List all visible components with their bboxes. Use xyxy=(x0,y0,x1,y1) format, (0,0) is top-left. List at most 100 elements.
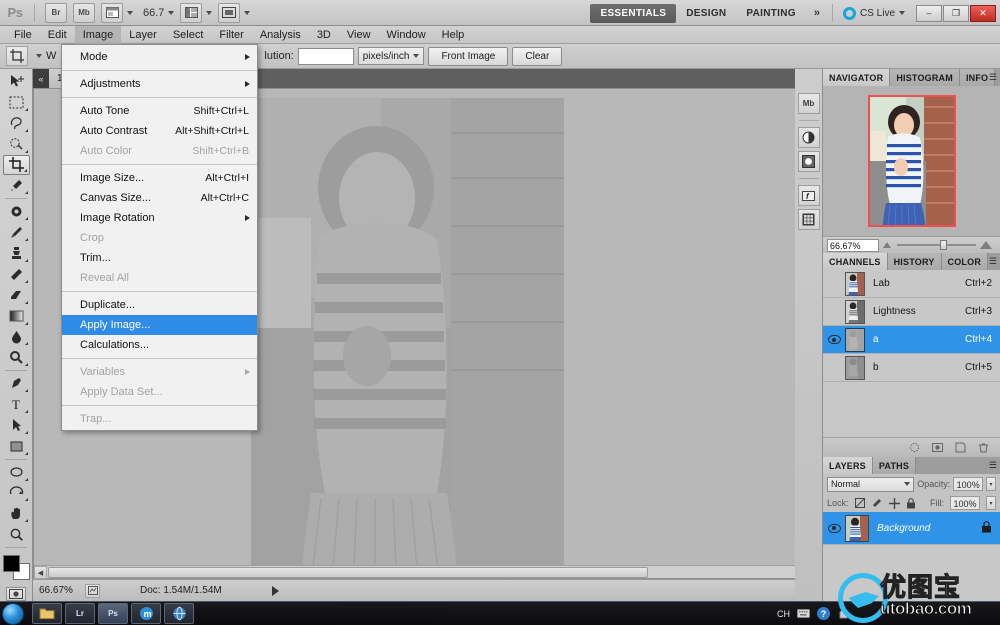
channel-visibility-toggle[interactable] xyxy=(823,298,845,326)
document-canvas-image[interactable] xyxy=(251,98,564,568)
move-tool[interactable] xyxy=(3,71,30,92)
scroll-thumb-horizontal[interactable] xyxy=(48,567,648,578)
more-workspaces-icon[interactable]: » xyxy=(806,7,828,19)
styles-icon[interactable] xyxy=(798,209,820,230)
pen-tool[interactable] xyxy=(3,373,30,394)
menu-item-calculations[interactable]: Calculations... xyxy=(62,335,257,355)
lightroom-taskbar-item[interactable]: Lr xyxy=(65,603,95,624)
blend-mode-select[interactable]: Normal xyxy=(827,477,914,492)
menu-layer[interactable]: Layer xyxy=(121,26,165,44)
help-icon[interactable]: ? xyxy=(817,607,830,620)
channel-row-lightness[interactable]: Lightness Ctrl+3 xyxy=(823,298,1000,326)
menu-item-duplicate[interactable]: Duplicate... xyxy=(62,295,257,315)
quick-selection-tool[interactable] xyxy=(3,134,30,155)
slider-thumb[interactable] xyxy=(940,240,947,250)
menu-view[interactable]: View xyxy=(339,26,379,44)
menu-item-canvas-size[interactable]: Canvas Size... Alt+Ctrl+C xyxy=(62,188,257,208)
launch-bridge-button[interactable]: Br xyxy=(45,3,67,23)
photoshop-taskbar-item[interactable]: Ps xyxy=(98,603,128,624)
delete-channel-icon[interactable] xyxy=(977,441,990,454)
resolution-input[interactable] xyxy=(298,48,354,65)
hand-tool[interactable] xyxy=(3,503,30,524)
opacity-stepper[interactable]: ▾ xyxy=(986,477,996,491)
fill-value[interactable]: 100% xyxy=(950,496,980,510)
menu-item-auto-contrast[interactable]: Auto Contrast Alt+Shift+Ctrl+L xyxy=(62,121,257,141)
menu-file[interactable]: File xyxy=(6,26,40,44)
3d-orbit-tool[interactable] xyxy=(3,483,30,504)
channel-visibility-toggle[interactable] xyxy=(823,354,845,382)
screen-mode-caret-icon[interactable] xyxy=(244,11,250,15)
menu-item-auto-tone[interactable]: Auto Tone Shift+Ctrl+L xyxy=(62,101,257,121)
lock-transparent-pixels-icon[interactable] xyxy=(855,498,866,509)
channel-row-lab[interactable]: Lab Ctrl+2 xyxy=(823,270,1000,298)
menu-item-trim[interactable]: Trim... xyxy=(62,248,257,268)
spot-healing-brush-tool[interactable] xyxy=(3,201,30,222)
canvas-horizontal-scrollbar[interactable]: ◀ ▶ xyxy=(34,565,811,578)
channel-row-b[interactable]: b Ctrl+5 xyxy=(823,354,1000,382)
marquee-tool[interactable] xyxy=(3,92,30,113)
screen-mode-icon[interactable] xyxy=(218,3,240,23)
menu-item-apply-image[interactable]: Apply Image... xyxy=(62,315,257,335)
opacity-value[interactable]: 100% xyxy=(953,477,983,491)
zoom-in-icon[interactable] xyxy=(980,241,992,249)
type-tool[interactable]: T xyxy=(3,394,30,415)
messenger-taskbar-item[interactable]: m xyxy=(131,603,161,624)
browser-taskbar-item[interactable] xyxy=(164,603,194,624)
rectangle-shape-tool[interactable] xyxy=(3,436,30,457)
zoom-out-icon[interactable] xyxy=(883,242,891,248)
menu-item-adjustments[interactable]: Adjustments xyxy=(62,74,257,94)
menu-select[interactable]: Select xyxy=(165,26,212,44)
menu-edit[interactable]: Edit xyxy=(40,26,75,44)
zoom-tool[interactable] xyxy=(3,524,30,545)
image-menu-dropdown[interactable]: Mode Adjustments Auto Tone Shift+Ctrl+L … xyxy=(61,44,258,431)
tab-layers[interactable]: LAYERS xyxy=(823,457,873,474)
arrange-documents-icon[interactable] xyxy=(180,3,202,23)
lock-all-icon[interactable] xyxy=(906,498,917,509)
minimize-button[interactable]: – xyxy=(916,5,942,22)
lock-position-icon[interactable] xyxy=(889,498,900,509)
status-proof-icon[interactable] xyxy=(85,584,100,598)
close-button[interactable]: ✕ xyxy=(970,5,996,22)
tab-histogram[interactable]: HISTOGRAM xyxy=(890,69,960,86)
channel-row-a[interactable]: a Ctrl+4 xyxy=(823,326,1000,354)
panel-menu-icon[interactable]: ☰ xyxy=(989,256,997,267)
layer-row-background[interactable]: Background xyxy=(823,512,1000,545)
menu-analysis[interactable]: Analysis xyxy=(252,26,309,44)
launch-mini-bridge-button[interactable]: Mb xyxy=(73,3,95,23)
eyedropper-tool[interactable] xyxy=(3,175,30,196)
view-extras-caret-icon[interactable] xyxy=(127,11,133,15)
cs-live-button[interactable]: CS Live xyxy=(837,7,905,20)
status-zoom-value[interactable]: 66.67% xyxy=(39,585,85,596)
quick-mask-icon[interactable] xyxy=(6,587,26,601)
clear-button[interactable]: Clear xyxy=(512,47,562,66)
channel-visibility-toggle[interactable] xyxy=(823,326,845,354)
workspace-painting[interactable]: PAINTING xyxy=(736,4,805,23)
mini-bridge-icon[interactable]: Mb xyxy=(798,93,820,114)
masks-icon[interactable] xyxy=(798,151,820,172)
navigator-preview[interactable] xyxy=(823,86,1000,236)
adjustments-icon[interactable] xyxy=(798,127,820,148)
menu-help[interactable]: Help xyxy=(434,26,473,44)
lock-image-pixels-icon[interactable] xyxy=(872,498,883,509)
collapse-panel-icon[interactable]: « xyxy=(33,69,49,88)
panel-menu-icon[interactable]: ☰ xyxy=(989,72,997,83)
start-orb-icon[interactable] xyxy=(2,603,24,625)
brush-tool[interactable] xyxy=(3,222,30,243)
crop-tool[interactable] xyxy=(3,155,30,176)
explorer-taskbar-item[interactable] xyxy=(32,603,62,624)
channel-visibility-toggle[interactable] xyxy=(823,270,845,298)
workspace-essentials[interactable]: ESSENTIALS xyxy=(590,4,676,23)
front-image-button[interactable]: Front Image xyxy=(428,47,508,66)
dodge-tool[interactable] xyxy=(3,347,30,368)
crop-tool-icon[interactable] xyxy=(6,46,28,66)
tab-history[interactable]: HISTORY xyxy=(888,253,942,270)
path-selection-tool[interactable] xyxy=(3,415,30,436)
cs-live-caret-icon[interactable] xyxy=(899,11,905,15)
keyboard-icon[interactable] xyxy=(797,607,810,620)
resolution-unit-select[interactable]: pixels/inch xyxy=(358,47,425,65)
view-extras-icon[interactable] xyxy=(101,3,123,23)
blur-tool[interactable] xyxy=(3,327,30,348)
foreground-color-swatch[interactable] xyxy=(3,555,20,572)
tab-navigator[interactable]: NAVIGATOR xyxy=(823,69,890,86)
menu-filter[interactable]: Filter xyxy=(211,26,251,44)
